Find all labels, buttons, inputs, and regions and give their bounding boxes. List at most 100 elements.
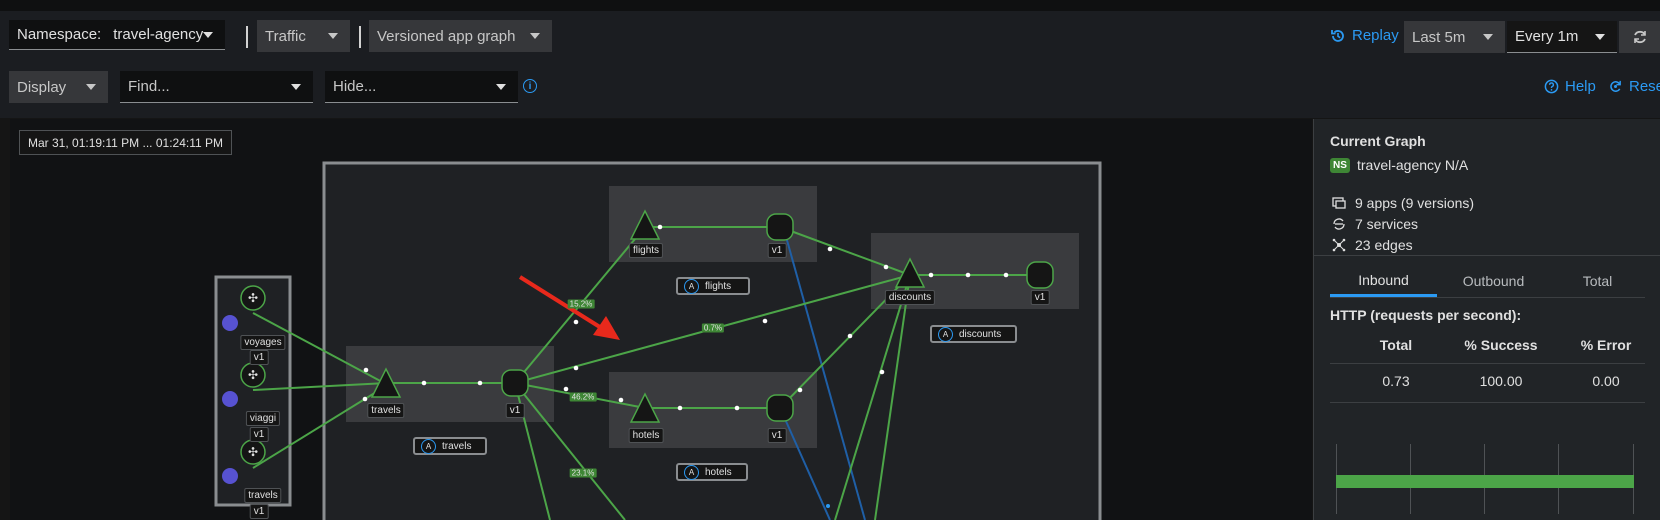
node-version-travels: v1 [505, 403, 525, 418]
value-total: 0.73 [1382, 373, 1410, 389]
node-version-hotels: v1 [767, 428, 787, 443]
graph-type-label: Versioned app graph [377, 27, 516, 45]
panel-title: Current Graph [1330, 133, 1426, 149]
find-placeholder: Find... [128, 78, 170, 95]
col-header-total: Total [1379, 337, 1413, 353]
find-input[interactable]: Find... [120, 71, 313, 103]
node-version-viaggi: v1 [249, 427, 269, 442]
replay-label: Replay [1352, 27, 1399, 44]
node-version-travels-source: v1 [249, 504, 269, 519]
namespace-dropdown[interactable]: Namespace: travel-agency [9, 20, 225, 50]
chevron-down-icon [86, 84, 96, 90]
app-badge-icon: A [684, 278, 699, 294]
root-badge-icon [222, 315, 238, 331]
app-box-travels[interactable]: A travels [413, 437, 487, 455]
display-dropdown[interactable]: Display [9, 71, 108, 103]
traffic-bar-chart [1336, 444, 1634, 514]
node-label-discounts: discounts [884, 290, 936, 305]
node-version-discounts: v1 [1030, 290, 1050, 305]
question-circle-icon [1544, 79, 1559, 94]
history-icon [1331, 29, 1344, 42]
app-box-label: hotels [705, 466, 732, 478]
root-badge-icon [222, 391, 238, 407]
traffic-dropdown[interactable]: Traffic [257, 20, 350, 52]
edge-label-discounts: 0.7% [701, 323, 725, 333]
apps-count-row: 9 apps (9 versions) [1332, 195, 1474, 211]
traffic-label: Traffic [265, 27, 306, 45]
services-icon [1333, 218, 1345, 230]
help-label: Help [1565, 78, 1596, 95]
replay-button[interactable]: Replay [1330, 27, 1399, 44]
duration-label: Last 5m [1412, 28, 1466, 46]
version-node-flights [766, 213, 794, 241]
node-version-voyages: v1 [249, 350, 269, 365]
svg-text:✣: ✣ [248, 445, 258, 459]
app-box-label: discounts [959, 328, 1002, 340]
reset-layout-icon [1610, 80, 1621, 92]
table-divider [1330, 402, 1645, 403]
edge-label-cars: 23.1% [569, 468, 597, 478]
workload-node-voyages: ✣ [240, 285, 266, 311]
services-count: 7 services [1355, 216, 1419, 232]
node-label-hotels: hotels [628, 428, 664, 443]
chevron-down-icon [291, 83, 301, 90]
info-icon[interactable]: i [523, 79, 537, 93]
chevron-down-icon [1595, 33, 1605, 40]
namespace-badge: NS [1330, 158, 1350, 173]
chevron-down-icon [328, 33, 338, 39]
topology-icon [1332, 238, 1346, 252]
app-box-hotels[interactable]: A hotels [676, 463, 748, 481]
applications-icon [1332, 197, 1346, 209]
tab-inbound[interactable]: Inbound [1330, 265, 1437, 297]
workload-node-travels-source: ✣ [240, 439, 266, 465]
sync-icon [1633, 30, 1646, 44]
refresh-interval-label: Every 1m [1515, 28, 1579, 45]
refresh-interval-dropdown[interactable]: Every 1m [1507, 21, 1617, 53]
help-button[interactable]: Help [1544, 78, 1596, 95]
namespace-value: travel-agency [113, 26, 204, 43]
tab-outbound[interactable]: Outbound [1440, 265, 1547, 296]
node-label-voyages: voyages [240, 335, 286, 350]
hide-input[interactable]: Hide... [325, 71, 518, 103]
app-badge-icon: A [684, 464, 699, 480]
services-count-row: 7 services [1332, 216, 1418, 232]
edges-count-row: 23 edges [1332, 237, 1413, 253]
top-masthead-stripe [0, 0, 1660, 11]
divider [359, 26, 361, 48]
duration-dropdown[interactable]: Last 5m [1404, 21, 1505, 53]
value-success: 100.00 [1479, 373, 1523, 389]
node-label-viaggi: viaggi [245, 411, 281, 426]
namespace-name: travel-agency N/A [1357, 157, 1469, 173]
divider [1314, 255, 1660, 256]
root-badge-icon [222, 468, 238, 484]
col-header-error: % Error [1580, 337, 1632, 353]
version-node-travels [501, 369, 529, 397]
hide-placeholder: Hide... [333, 78, 377, 95]
node-label-flights: flights [628, 243, 664, 258]
traffic-tabs: Inbound Outbound Total [1330, 265, 1645, 298]
reset-label: Reset [1629, 78, 1660, 95]
graph-type-dropdown[interactable]: Versioned app graph [369, 20, 552, 52]
node-label-travels: travels [367, 403, 405, 418]
node-label-travels-source: travels [244, 488, 282, 503]
edge-label-flights: 15.2% [567, 299, 595, 309]
col-header-success: % Success [1464, 337, 1538, 353]
success-bar [1336, 475, 1634, 488]
app-box-discounts[interactable]: A discounts [930, 325, 1017, 343]
tab-total[interactable]: Total [1550, 265, 1645, 296]
refresh-button[interactable] [1619, 21, 1660, 53]
http-section-title: HTTP (requests per second): [1330, 307, 1522, 323]
summary-panel: Current Graph NS travel-agency N/A 9 app… [1313, 119, 1660, 520]
chevron-down-icon [530, 33, 540, 39]
app-badge-icon: A [938, 326, 953, 342]
version-node-discounts [1026, 261, 1054, 289]
chevron-down-icon [1483, 34, 1493, 40]
edge-label-hotels: 46.2% [569, 392, 597, 402]
app-box-flights[interactable]: A flights [676, 277, 750, 295]
divider [246, 26, 248, 48]
topology-graph[interactable]: ✣ ✣ ✣ [10, 119, 1312, 520]
node-version-flights: v1 [767, 243, 787, 258]
workload-node-viaggi: ✣ [240, 362, 266, 388]
reset-button[interactable]: Reset [1608, 78, 1660, 95]
table-divider [1330, 363, 1645, 364]
